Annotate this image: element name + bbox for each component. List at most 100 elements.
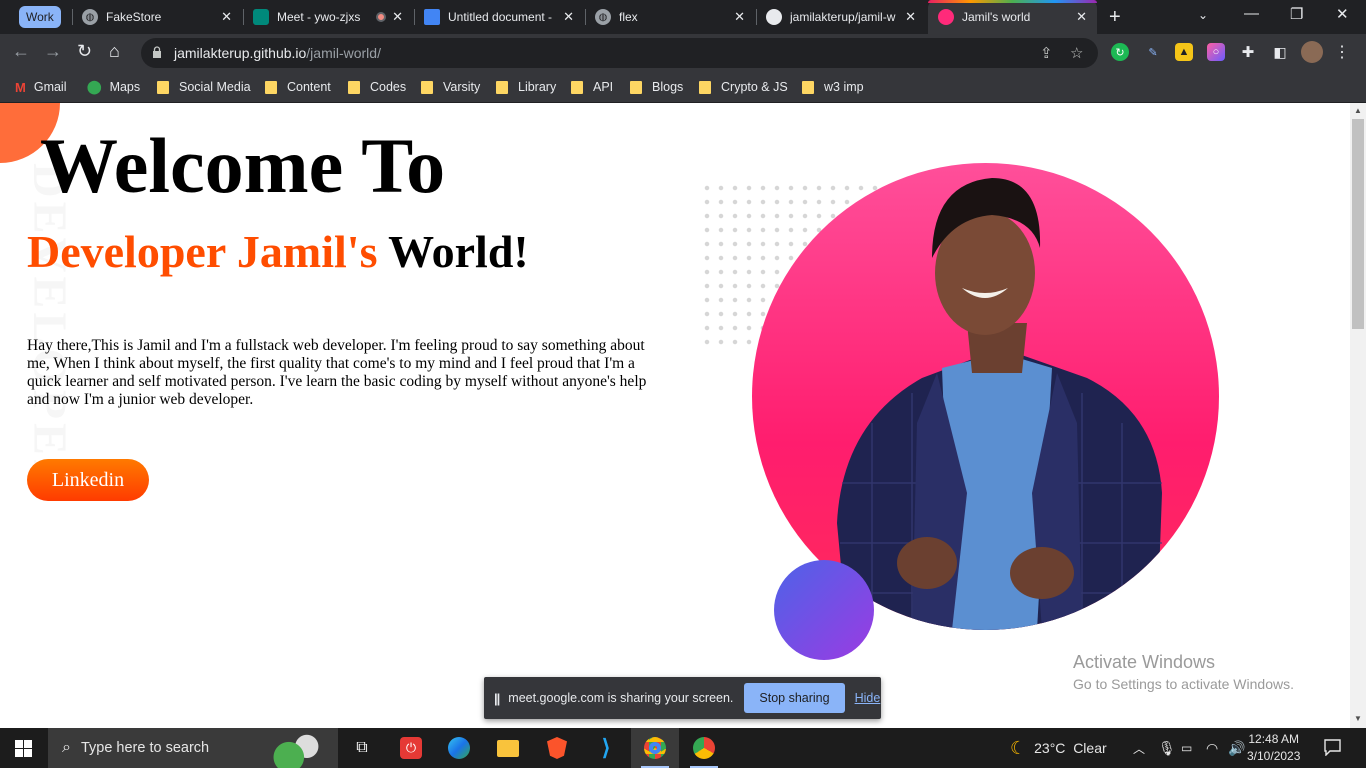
tab-jamils-world[interactable]: Jamil's world ✕ <box>928 0 1097 34</box>
side-panel-icon[interactable]: ◧ <box>1271 43 1289 61</box>
drag-handle-icon[interactable]: || <box>494 691 500 706</box>
web-page: DEVELOPER Welcome To Developer Jamil's W… <box>0 103 1350 728</box>
screen-share-bar: || meet.google.com is sharing your scree… <box>484 677 881 719</box>
tab-docs[interactable]: Untitled document - ✕ <box>414 0 584 34</box>
tab-title: FakeStore <box>106 10 162 24</box>
decorative-circle <box>774 560 874 660</box>
extension-icon[interactable]: ↻ <box>1111 43 1129 61</box>
taskbar-app-red-icon[interactable]: ⏻ <box>387 728 435 768</box>
globe-icon: ◍ <box>82 9 98 25</box>
site-icon <box>938 9 954 25</box>
subtitle-highlight: Developer Jamil's <box>27 226 378 277</box>
extension-icon[interactable]: ▲ <box>1175 43 1193 61</box>
close-tab-icon[interactable]: ✕ <box>563 9 574 25</box>
microphone-icon[interactable]: 🎙 <box>1158 728 1176 768</box>
tab-title: Jamil's world <box>962 10 1031 24</box>
wifi-icon[interactable]: ◠ <box>1206 728 1218 768</box>
tab-search-icon[interactable]: ⌄ <box>1198 8 1208 22</box>
close-window-icon[interactable]: ✕ <box>1336 5 1349 23</box>
tab-fakestore[interactable]: ◍ FakeStore ✕ <box>72 0 242 34</box>
url-text: jamilakterup.github.io/jamil-world/ <box>174 45 381 61</box>
bookmark-star-icon[interactable]: ☆ <box>1070 44 1083 62</box>
volume-icon[interactable]: 🔊 <box>1228 728 1245 768</box>
puzzle-icon[interactable]: ✚ <box>1239 43 1257 61</box>
bookmark-folder[interactable]: Varsity <box>421 77 480 97</box>
tab-github[interactable]: jamilakterup/jamil-w ✕ <box>756 0 926 34</box>
tab-title: Untitled document - <box>448 10 553 24</box>
home-icon[interactable]: ⌂ <box>109 41 120 62</box>
bookmark-folder[interactable]: Social Media <box>157 77 251 97</box>
bookmark-folder[interactable]: w3 imp <box>802 77 864 97</box>
avatar[interactable] <box>1301 41 1323 63</box>
gmail-icon: M <box>15 79 26 95</box>
scroll-down-icon[interactable]: ▼ <box>1354 714 1362 723</box>
menu-icon[interactable]: ⋮ <box>1333 43 1351 61</box>
folder-icon <box>157 80 169 94</box>
windows-start-icon[interactable] <box>15 740 32 757</box>
bookmark-folder[interactable]: Crypto & JS <box>699 77 788 97</box>
taskbar-search[interactable]: ⌕ Type here to search <box>48 728 338 768</box>
new-tab-icon[interactable]: + <box>1109 6 1121 29</box>
tab-title: Meet - ywo-zjxs <box>277 10 361 24</box>
edge-icon[interactable] <box>435 728 483 768</box>
close-tab-icon[interactable]: ✕ <box>1076 9 1087 25</box>
notification-icon[interactable] <box>1324 739 1341 756</box>
system-clock[interactable]: 12:48 AM 3/10/2023 <box>1247 731 1300 765</box>
bookmark-folder[interactable]: Codes <box>348 77 406 97</box>
scroll-up-icon[interactable]: ▲ <box>1354 106 1362 115</box>
folder-icon <box>571 80 583 94</box>
battery-icon[interactable]: ▭ <box>1181 728 1192 768</box>
folder-icon <box>348 80 360 94</box>
chrome-active-icon[interactable] <box>631 728 679 768</box>
globe-icon: ◍ <box>595 9 611 25</box>
folder-icon <box>802 80 814 94</box>
tab-strip: Work ◍ FakeStore ✕ Meet - ywo-zjxs ✕ Unt… <box>0 0 1366 34</box>
tab-flex[interactable]: ◍ flex ✕ <box>585 0 755 34</box>
tab-title: jamilakterup/jamil-w <box>790 10 896 24</box>
folder-icon <box>265 80 277 94</box>
stop-sharing-button[interactable]: Stop sharing <box>744 683 845 713</box>
bookmark-folder[interactable]: API <box>571 77 613 97</box>
forward-icon[interactable]: → <box>44 41 62 62</box>
weather-widget[interactable]: ☾ 23°C Clear <box>1010 728 1107 768</box>
back-icon[interactable]: ← <box>12 41 30 62</box>
address-bar[interactable]: jamilakterup.github.io/jamil-world/ ⇪ ☆ <box>141 38 1098 68</box>
bookmark-folder[interactable]: Library <box>496 77 556 97</box>
restore-icon[interactable]: ❐ <box>1290 5 1303 23</box>
extension-icon[interactable]: ○ <box>1207 43 1225 61</box>
weather-text: 23°C Clear <box>1034 740 1107 756</box>
reload-icon[interactable]: ↻ <box>77 41 92 62</box>
bookmark-folder[interactable]: Blogs <box>630 77 683 97</box>
close-tab-icon[interactable]: ✕ <box>905 9 916 25</box>
close-tab-icon[interactable]: ✕ <box>221 9 232 25</box>
activate-windows-watermark: Activate Windows Go to Settings to activ… <box>1073 652 1294 692</box>
meet-icon <box>253 9 269 25</box>
page-scrollbar[interactable]: ▲ ▼ <box>1350 103 1366 728</box>
tab-group-chip[interactable]: Work <box>19 6 61 28</box>
file-explorer-icon[interactable] <box>484 728 532 768</box>
brave-icon[interactable] <box>533 728 581 768</box>
task-view-icon[interactable]: ⧉ <box>338 728 386 768</box>
share-icon[interactable]: ⇪ <box>1040 44 1053 62</box>
windows-taskbar: ⌕ Type here to search ⧉ ⏻ ⟩ ☾ 23°C Clear… <box>0 728 1366 768</box>
extension-pen-icon[interactable]: ✎ <box>1144 43 1162 61</box>
tray-overflow-icon[interactable]: ︿ <box>1133 728 1145 768</box>
clock-time: 12:48 AM <box>1248 732 1300 746</box>
chrome-icon[interactable] <box>680 728 728 768</box>
bookmark-maps[interactable]: ⬤ Maps <box>87 77 140 97</box>
close-tab-icon[interactable]: ✕ <box>734 9 745 25</box>
bookmark-gmail[interactable]: M Gmail <box>15 77 67 97</box>
scroll-thumb[interactable] <box>1352 119 1364 329</box>
folder-icon <box>630 80 642 94</box>
vscode-icon[interactable]: ⟩ <box>582 728 630 768</box>
close-tab-icon[interactable]: ✕ <box>392 9 403 25</box>
linkedin-button[interactable]: Linkedin <box>27 459 149 501</box>
search-placeholder: Type here to search <box>80 740 210 756</box>
hide-link[interactable]: Hide <box>855 691 881 705</box>
search-icon: ⌕ <box>62 739 71 756</box>
tab-meet[interactable]: Meet - ywo-zjxs ✕ <box>243 0 413 34</box>
share-message: meet.google.com is sharing your screen. <box>508 691 734 705</box>
bookmark-folder[interactable]: Content <box>265 77 331 97</box>
minimize-icon[interactable]: — <box>1244 5 1259 22</box>
recording-icon <box>376 12 387 22</box>
